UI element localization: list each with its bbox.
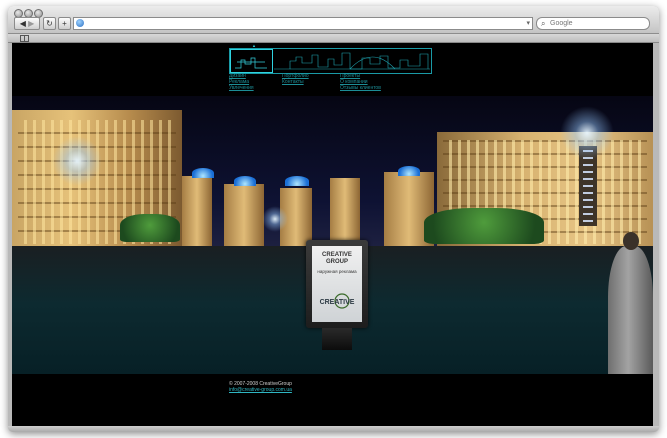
logo-frame[interactable]: [230, 49, 273, 73]
reload-button[interactable]: ↻: [43, 17, 56, 30]
menu-column-1: Дизайн Реклама Увлечения: [229, 73, 254, 91]
book-icon[interactable]: [20, 35, 29, 42]
browser-toolbar: ◀ ▶ ↻ + ▾ ⌕ Google: [8, 6, 659, 34]
dome-3: [285, 176, 309, 186]
menu-link-contacts[interactable]: Контакты: [282, 79, 309, 85]
plus-icon: +: [62, 19, 67, 28]
url-dropdown-icon[interactable]: ▾: [526, 19, 530, 28]
site-header: ▲ Дизайн Реклама Увлечения Портфолио Кон…: [12, 43, 653, 96]
header-banner: ▲: [229, 43, 432, 74]
mid-building-2: [224, 184, 264, 248]
dome-1: [192, 168, 214, 178]
hero-night-city-photo: CREATIVE GROUP наружная реклама CREATIVE: [12, 96, 653, 374]
reload-icon: ↻: [46, 19, 53, 28]
billboard-title: CREATIVE GROUP: [322, 252, 352, 265]
billboard-face: CREATIVE GROUP наружная реклама CREATIVE: [312, 246, 362, 322]
menu-column-2: Портфолио Контакты: [282, 73, 309, 85]
logo-graphic: [235, 57, 267, 69]
billboard-subtitle: наружная реклама: [317, 269, 357, 274]
street-light-glow-left: [52, 136, 102, 186]
menu-link-reviews[interactable]: Отзывы клиентов: [340, 85, 381, 91]
creative-logo: CREATIVE: [320, 293, 355, 309]
address-bar[interactable]: ▾: [73, 17, 533, 30]
bookmarks-bar: [8, 34, 659, 43]
status-bar: [8, 426, 659, 432]
logo-star-icon: ▲: [252, 43, 256, 48]
creative-logo-text: CREATIVE: [320, 299, 355, 306]
street-light-glow-right: [560, 106, 614, 160]
back-forward-button[interactable]: ◀ ▶: [14, 17, 40, 30]
person-silhouette: [608, 232, 653, 374]
street-light-glow-mid: [262, 206, 288, 232]
mid-building-4: [330, 178, 360, 248]
billboard[interactable]: CREATIVE GROUP наружная реклама CREATIVE: [306, 240, 368, 328]
dome-2: [234, 176, 256, 186]
trees-left: [120, 214, 180, 242]
menu-column-3: Проекты О компании Отзывы клиентов: [340, 73, 381, 91]
trees-right: [424, 208, 544, 244]
contact-email-link[interactable]: info@creative-group.com.ua: [229, 387, 292, 393]
page-viewport: ▲ Дизайн Реклама Увлечения Портфолио Кон…: [12, 43, 653, 426]
browser-window: ◀ ▶ ↻ + ▾ ⌕ Google ▲ Дизайн Реклама Увле…: [8, 6, 659, 432]
billboard-post: [322, 328, 352, 350]
chevron-right-icon[interactable]: ▶: [28, 19, 34, 28]
site-favicon-icon: [76, 19, 84, 27]
search-placeholder: Google: [550, 20, 573, 27]
chevron-left-icon[interactable]: ◀: [20, 19, 26, 28]
site-footer: © 2007-2008 CreativeGroup info@creative-…: [12, 374, 653, 426]
menu-link-hobbies[interactable]: Увлечения: [229, 85, 254, 91]
search-icon: ⌕: [541, 19, 546, 28]
mid-building-1: [182, 176, 212, 248]
search-box[interactable]: ⌕ Google: [536, 17, 650, 30]
dome-4: [398, 166, 420, 176]
add-bookmark-button[interactable]: +: [58, 17, 71, 30]
